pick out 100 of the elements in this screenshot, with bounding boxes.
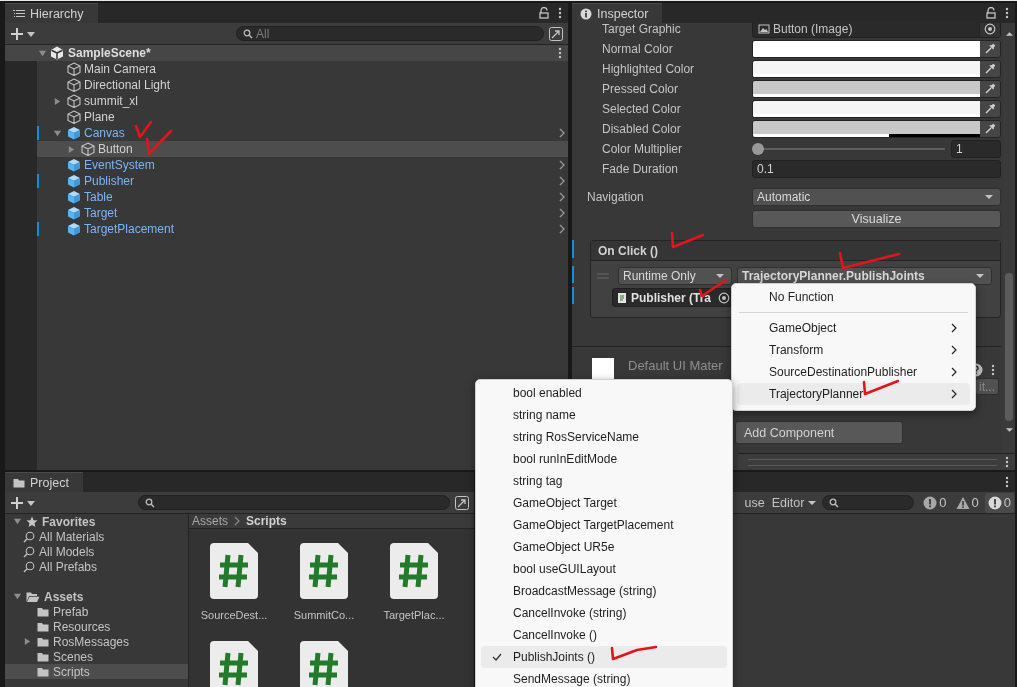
info-count-toggle[interactable]: 0: [920, 492, 950, 513]
folder-item[interactable]: RosMessages: [5, 634, 188, 649]
script-file-icon[interactable]: [210, 641, 258, 687]
chevron-right-icon[interactable]: [558, 128, 566, 138]
hierarchy-tab[interactable]: Hierarchy: [5, 3, 98, 23]
slider[interactable]: [752, 143, 945, 155]
color-swatch[interactable]: [753, 81, 980, 97]
menu-item[interactable]: bool enabled: [481, 382, 727, 404]
favorites-item[interactable]: Favorites: [5, 514, 188, 529]
folder-item[interactable]: Scenes: [5, 649, 188, 664]
scroll-thumb[interactable]: [1005, 273, 1013, 421]
menu-item[interactable]: PublishJoints (): [481, 646, 727, 668]
scroll-down-icon[interactable]: [1004, 427, 1014, 433]
color-swatch[interactable]: [753, 41, 980, 57]
menu-item[interactable]: bool runInEditMode: [481, 448, 727, 470]
more-icon[interactable]: [1005, 7, 1009, 19]
color-swatch[interactable]: [753, 61, 980, 77]
more-icon[interactable]: [991, 364, 995, 376]
menu-item[interactable]: SendMessage (string): [481, 668, 727, 687]
collapse-arrow-icon[interactable]: [53, 96, 62, 106]
breadcrumb-link[interactable]: Scripts: [246, 514, 287, 528]
hierarchy-item[interactable]: Publisher: [37, 173, 568, 189]
more-icon[interactable]: [558, 7, 562, 19]
script-file-icon[interactable]: [390, 543, 438, 599]
menu-item[interactable]: SourceDestinationPublisher: [737, 361, 970, 383]
folder-item[interactable]: Scripts: [5, 664, 188, 679]
expand-arrow-icon[interactable]: [38, 48, 47, 58]
hierarchy-item[interactable]: Directional Light: [37, 77, 568, 93]
script-file-icon[interactable]: [300, 543, 348, 599]
favorites-item[interactable]: All Prefabs: [5, 559, 188, 574]
breadcrumb-link[interactable]: Assets: [192, 514, 228, 528]
hierarchy-item[interactable]: TargetPlacement: [37, 221, 568, 237]
target-icon[interactable]: [984, 23, 996, 35]
scene-view-icon[interactable]: [548, 25, 564, 42]
folder-item[interactable]: Prefab: [5, 604, 188, 619]
eyedropper-button[interactable]: [980, 41, 1000, 57]
mode-dropdown[interactable]: Runtime Only: [618, 267, 732, 285]
visualize-button[interactable]: Visualize: [752, 210, 1001, 228]
menu-item[interactable]: BroadcastMessage (string): [481, 580, 727, 602]
number-field[interactable]: 1: [951, 140, 1001, 158]
add-component-button[interactable]: Add Component: [735, 421, 903, 444]
warning-count-toggle[interactable]: 0: [952, 492, 982, 513]
menu-item[interactable]: string name: [481, 404, 727, 426]
error-pause-button[interactable]: use: [742, 492, 767, 513]
hierarchy-item[interactable]: Table: [37, 189, 568, 205]
expand-arrow-icon[interactable]: [13, 517, 22, 526]
collapse-arrow-icon[interactable]: [67, 144, 76, 154]
more-icon[interactable]: [1005, 456, 1009, 468]
add-menu-icon[interactable]: [11, 26, 37, 41]
color-swatch[interactable]: [753, 101, 980, 117]
lock-icon[interactable]: [538, 7, 550, 19]
menu-item[interactable]: TrajectoryPlanner: [737, 383, 970, 405]
scene-item[interactable]: SampleScene*: [5, 45, 568, 61]
menu-item[interactable]: bool useGUILayout: [481, 558, 727, 580]
source-dropdown[interactable]: Editor: [769, 492, 820, 513]
eyedropper-button[interactable]: [980, 81, 1000, 97]
project-tab[interactable]: Project: [5, 472, 83, 492]
expand-arrow-icon[interactable]: [13, 592, 22, 601]
eyedropper-button[interactable]: [980, 121, 1000, 137]
search-field[interactable]: [138, 495, 450, 510]
menu-item[interactable]: GameObject: [737, 317, 970, 339]
menu-item[interactable]: No Function: [737, 286, 970, 308]
menu-item[interactable]: Transform: [737, 339, 970, 361]
more-icon[interactable]: [1005, 476, 1009, 488]
menu-item[interactable]: CancelInvoke (string): [481, 602, 727, 624]
hierarchy-item[interactable]: summit_xl: [37, 93, 568, 109]
navigation-dropdown[interactable]: Automatic: [752, 188, 1001, 206]
slider-thumb[interactable]: [752, 143, 764, 155]
menu-item[interactable]: GameObject UR5e: [481, 536, 727, 558]
search-field[interactable]: [822, 495, 915, 510]
collapse-arrow-icon[interactable]: [23, 637, 32, 646]
favorites-item[interactable]: All Materials: [5, 529, 188, 544]
target-icon[interactable]: [718, 291, 730, 304]
object-field[interactable]: Button (Image): [752, 23, 1001, 38]
eyedropper-button[interactable]: [980, 61, 1000, 77]
inspector-tab[interactable]: Inspector: [572, 3, 663, 23]
favorites-item[interactable]: All Models: [5, 544, 188, 559]
assets-item[interactable]: Assets: [5, 589, 188, 604]
menu-item[interactable]: string RosServiceName: [481, 426, 727, 448]
script-file-icon[interactable]: [210, 543, 258, 599]
menu-item[interactable]: GameObject Target: [481, 492, 727, 514]
scroll-up-icon[interactable]: [1004, 31, 1014, 37]
hierarchy-item[interactable]: Main Camera: [37, 61, 568, 77]
number-field[interactable]: 0.1: [752, 160, 1001, 178]
eyedropper-button[interactable]: [980, 101, 1000, 117]
hierarchy-item[interactable]: Canvas: [37, 125, 568, 141]
add-menu-icon[interactable]: [11, 495, 37, 510]
scene-view-icon[interactable]: [454, 494, 470, 511]
hierarchy-item[interactable]: Button: [37, 141, 568, 157]
hierarchy-item[interactable]: Target: [37, 205, 568, 221]
error-count-toggle[interactable]: 0: [984, 492, 1014, 513]
expand-arrow-icon[interactable]: [53, 128, 62, 138]
color-swatch[interactable]: [753, 121, 980, 137]
hierarchy-item[interactable]: EventSystem: [37, 157, 568, 173]
hierarchy-item[interactable]: Plane: [37, 109, 568, 125]
menu-item[interactable]: GameObject TargetPlacement: [481, 514, 727, 536]
lock-icon[interactable]: [985, 7, 997, 19]
script-file-icon[interactable]: [300, 641, 348, 687]
menu-item[interactable]: CancelInvoke (): [481, 624, 727, 646]
folder-item[interactable]: Resources: [5, 619, 188, 634]
